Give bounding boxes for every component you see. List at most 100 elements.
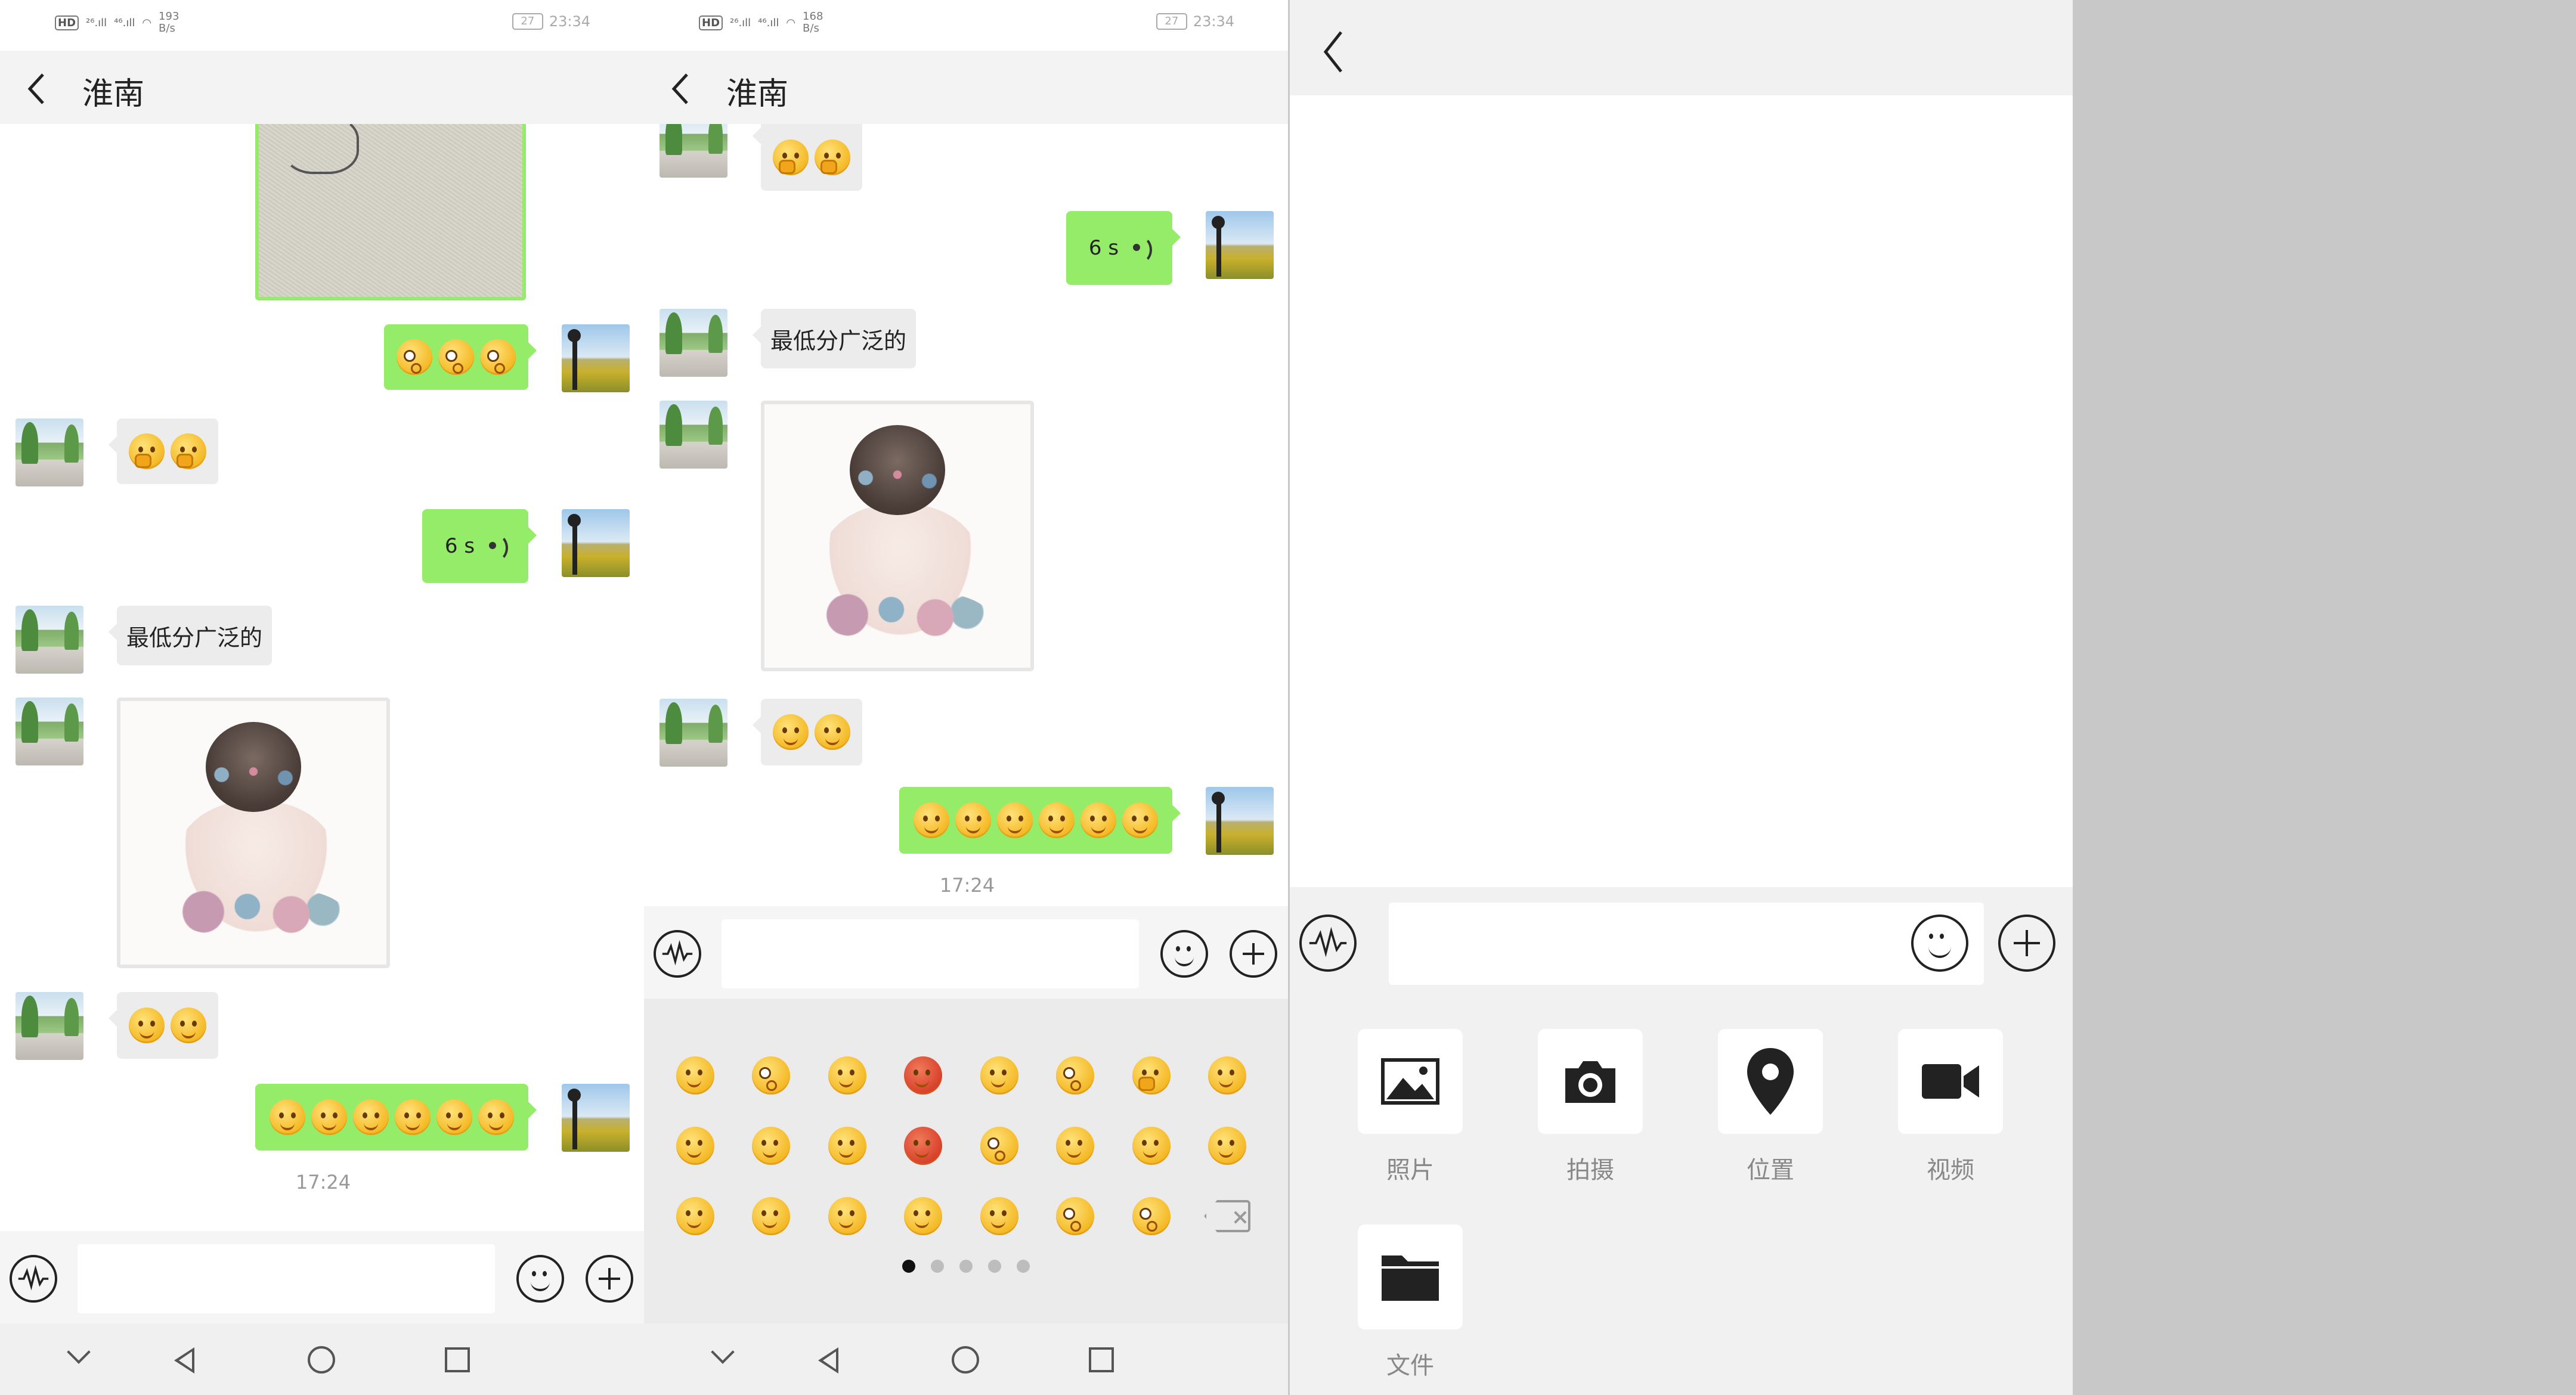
emoji-item[interactable] <box>961 1181 1038 1251</box>
emoji-item[interactable] <box>886 1040 962 1111</box>
emoji-icon[interactable] <box>516 1255 564 1303</box>
tool-camera[interactable]: 拍摄 <box>1538 1029 1643 1185</box>
emoji-message[interactable] <box>109 992 218 1059</box>
voice-duration: 6 s <box>1088 236 1119 260</box>
delete-key[interactable] <box>1190 1181 1266 1251</box>
avatar-contact[interactable] <box>16 698 83 765</box>
back-arrow-icon[interactable] <box>23 72 51 106</box>
emoji-item[interactable] <box>733 1040 810 1111</box>
avatar-contact[interactable] <box>16 418 83 486</box>
emoji-item[interactable] <box>1038 1181 1114 1251</box>
avatar-self[interactable] <box>1206 211 1274 279</box>
emoji-grid <box>657 1040 1265 1251</box>
location-icon <box>1747 1048 1794 1115</box>
nav-recent-icon[interactable] <box>445 1347 470 1372</box>
page-dot[interactable] <box>931 1260 944 1273</box>
emoji-item[interactable] <box>809 1181 886 1251</box>
tools-panel: 照片 拍摄 位置 视频 文件 <box>1290 1000 2073 1395</box>
image-message[interactable] <box>761 401 1034 671</box>
nav-home-icon[interactable] <box>952 1346 979 1374</box>
message-input[interactable] <box>1389 903 1984 985</box>
emoji-item[interactable] <box>733 1111 810 1181</box>
message-timestamp: 17:24 <box>295 1171 351 1194</box>
avatar-self[interactable] <box>562 1084 630 1152</box>
avatar-contact[interactable] <box>16 992 83 1060</box>
tool-location[interactable]: 位置 <box>1718 1029 1823 1185</box>
voice-input-icon[interactable] <box>654 930 701 978</box>
image-message[interactable] <box>255 124 526 300</box>
emoji-item[interactable] <box>961 1040 1038 1111</box>
avatar-contact[interactable] <box>660 401 727 469</box>
nav-back-icon[interactable] <box>174 1347 194 1374</box>
message-input[interactable] <box>722 919 1139 988</box>
voice-message[interactable]: 6 s <box>422 509 537 583</box>
plus-icon[interactable] <box>586 1255 633 1303</box>
voice-wave-icon <box>485 534 509 562</box>
emoji-message[interactable] <box>753 699 862 765</box>
back-arrow-icon[interactable] <box>1320 29 1347 75</box>
avatar-contact[interactable] <box>660 699 727 767</box>
emoji-icon[interactable] <box>1160 930 1208 978</box>
text-message[interactable]: 最低分广泛的 <box>753 309 916 368</box>
emoji-item[interactable] <box>886 1111 962 1181</box>
status-bar: HD ²⁶.ıll ⁴⁶.ıll ◠ 193 B/s 27 23:34 <box>0 0 644 51</box>
emoji-message[interactable] <box>255 1084 537 1151</box>
emoji-item[interactable] <box>1113 1040 1190 1111</box>
page-dot[interactable] <box>988 1260 1001 1273</box>
empty-background <box>2073 0 2576 1395</box>
message-timestamp: 17:24 <box>939 874 995 897</box>
nav-recent-icon[interactable] <box>1089 1347 1114 1372</box>
emoji-item[interactable] <box>961 1111 1038 1181</box>
message-list[interactable] <box>1290 95 2073 887</box>
tool-photo[interactable]: 照片 <box>1358 1029 1463 1185</box>
page-dot[interactable] <box>902 1260 915 1273</box>
emoji-item[interactable] <box>809 1040 886 1111</box>
message-list[interactable]: 6 s 最低分广泛的 17:24 <box>0 124 644 1231</box>
page-dot[interactable] <box>959 1260 973 1273</box>
avatar-contact[interactable] <box>660 309 727 377</box>
emoji-panel <box>644 999 1288 1323</box>
tool-file[interactable]: 文件 <box>1358 1224 1463 1381</box>
emoji-item[interactable] <box>657 1181 733 1251</box>
emoji-message[interactable] <box>109 418 218 484</box>
voice-input-icon[interactable] <box>1299 914 1357 972</box>
emoji-item[interactable] <box>809 1111 886 1181</box>
avatar-self[interactable] <box>562 324 630 392</box>
emoji-icon[interactable] <box>1911 914 1968 972</box>
emoji-item[interactable] <box>733 1181 810 1251</box>
voice-input-icon[interactable] <box>10 1255 57 1303</box>
chat-screen-1: HD ²⁶.ıll ⁴⁶.ıll ◠ 193 B/s 27 23:34 淮南 6 … <box>0 0 644 1395</box>
emoji-item[interactable] <box>657 1040 733 1111</box>
emoji-item[interactable] <box>886 1181 962 1251</box>
avatar-contact[interactable] <box>16 606 83 674</box>
emoji-item[interactable] <box>1190 1040 1266 1111</box>
emoji-item[interactable] <box>1038 1040 1114 1111</box>
plus-icon[interactable] <box>1998 914 2055 972</box>
plus-icon[interactable] <box>1230 930 1277 978</box>
emoji-item[interactable] <box>1190 1111 1266 1181</box>
chevron-down-icon[interactable] <box>67 1340 91 1364</box>
text-message[interactable]: 最低分广泛的 <box>109 606 272 665</box>
tool-label: 拍摄 <box>1566 1157 1614 1184</box>
message-input[interactable] <box>78 1244 495 1313</box>
avatar-self[interactable] <box>1206 787 1274 855</box>
emoji-item[interactable] <box>1113 1111 1190 1181</box>
avatar-contact[interactable] <box>660 124 727 178</box>
emoji-item[interactable] <box>1038 1111 1114 1181</box>
nav-home-icon[interactable] <box>308 1346 335 1374</box>
avatar-self[interactable] <box>562 509 630 577</box>
emoji-message[interactable] <box>753 124 862 191</box>
image-message[interactable] <box>117 698 390 968</box>
message-list[interactable]: 6 s 最低分广泛的 17:24 <box>644 124 1288 906</box>
back-arrow-icon[interactable] <box>667 72 695 106</box>
emoji-message[interactable] <box>899 787 1181 854</box>
nav-back-icon[interactable] <box>818 1347 838 1374</box>
emoji-item[interactable] <box>657 1111 733 1181</box>
status-bar: HD ²⁶.ıll ⁴⁶.ıll ◠ 168 B/s 27 23:34 <box>644 0 1288 51</box>
page-dot[interactable] <box>1017 1260 1030 1273</box>
emoji-item[interactable] <box>1113 1181 1190 1251</box>
emoji-message[interactable] <box>384 324 537 390</box>
tool-video[interactable]: 视频 <box>1898 1029 2003 1185</box>
voice-message[interactable]: 6 s <box>1066 211 1181 285</box>
chevron-down-icon[interactable] <box>711 1340 735 1364</box>
